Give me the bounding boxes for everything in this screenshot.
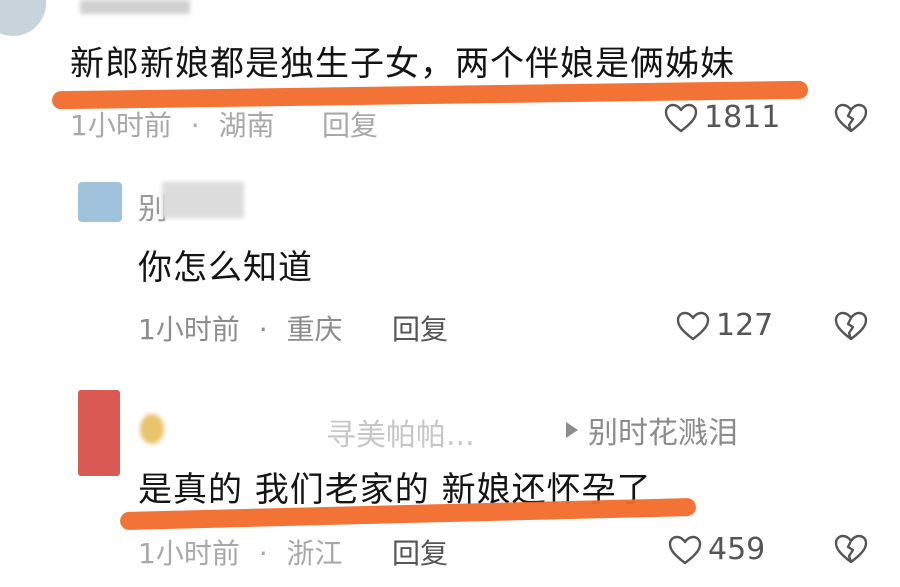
author-name-blurred (80, 0, 190, 14)
author-name-blurred (162, 182, 244, 218)
avatar[interactable] (0, 0, 46, 36)
dislike-button[interactable] (834, 534, 868, 564)
comment-location: 重庆 (286, 313, 343, 346)
comment-meta: 1小时前 · 浙江 (138, 537, 343, 570)
reply-button[interactable]: 回复 (322, 104, 378, 144)
like-count: 459 (708, 532, 766, 567)
broken-heart-icon (834, 311, 868, 341)
comment-location: 湖南 (218, 109, 275, 142)
author-avatar-badge (140, 414, 164, 444)
like-button[interactable]: 459 (668, 532, 765, 567)
like-count: 1811 (704, 100, 781, 135)
comment-meta: 1小时前 · 重庆 (138, 313, 343, 346)
author-name: 寻美帕帕... (326, 418, 475, 453)
dislike-button[interactable] (834, 311, 868, 341)
heart-icon (668, 535, 702, 565)
heart-icon (664, 103, 698, 133)
avatar[interactable] (78, 390, 120, 476)
comment-time: 1小时前 (138, 313, 240, 346)
broken-heart-icon (834, 103, 868, 133)
reply-to-name: 别时花溅泪 (588, 416, 738, 451)
comment-text: 新郎新娘都是独生子女，两个伴娘是俩姊妹 (70, 44, 735, 84)
broken-heart-icon (834, 534, 868, 564)
play-triangle-icon (566, 422, 578, 438)
avatar[interactable] (78, 182, 122, 222)
like-count: 127 (716, 308, 774, 343)
like-button[interactable]: 127 (676, 308, 773, 343)
reply-button[interactable]: 回复 (392, 532, 448, 572)
comment-time: 1小时前 (138, 537, 240, 570)
like-button[interactable]: 1811 (664, 100, 780, 135)
comment-time: 1小时前 (70, 109, 172, 142)
comment-meta: 1小时前 · 湖南 (70, 109, 275, 142)
heart-icon (676, 311, 710, 341)
comment-location: 浙江 (286, 537, 343, 570)
dislike-button[interactable] (834, 103, 868, 133)
comment-text: 你怎么知道 (138, 248, 313, 288)
reply-to: 别时花溅泪 (566, 408, 738, 452)
reply-button[interactable]: 回复 (392, 308, 448, 348)
